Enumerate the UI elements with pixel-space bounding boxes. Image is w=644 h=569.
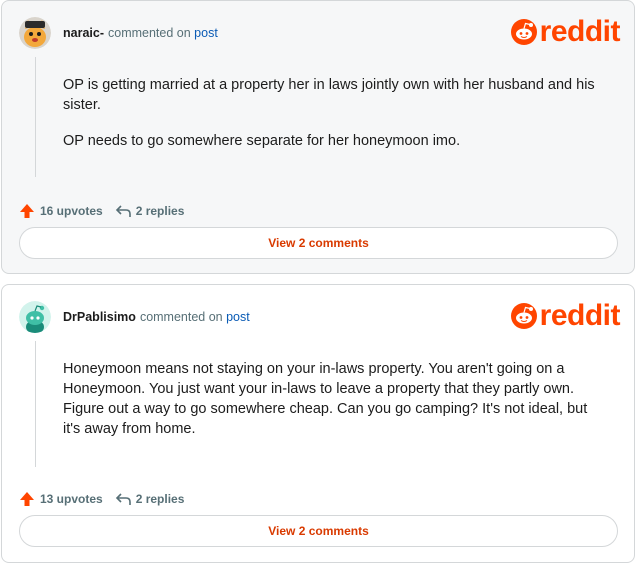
comment-card: DrPablisimo commented on post reddit Hon…	[1, 284, 635, 563]
upvote-button[interactable]: 16 upvotes	[19, 203, 103, 219]
upvote-arrow-icon	[20, 204, 34, 218]
comment-body: Honeymoon means not staying on your in-l…	[63, 359, 608, 455]
comment-meta-text: commented on	[139, 310, 223, 324]
comment-paragraph: OP is getting married at a property her …	[63, 77, 595, 113]
comment-paragraph: Honeymoon means not staying on your in-l…	[63, 361, 588, 437]
reddit-wordmark: reddit	[539, 15, 621, 48]
comment-header: naraic- commented on post	[19, 15, 218, 51]
post-link[interactable]: post	[226, 310, 250, 324]
reply-count: 2 replies	[135, 492, 185, 506]
reply-arrow-icon	[115, 205, 131, 217]
replies-button[interactable]: 2 replies	[115, 204, 185, 218]
thread-line	[35, 57, 36, 177]
comment-meta: commented on post	[108, 26, 218, 40]
comment-author[interactable]: naraic-	[63, 26, 104, 40]
reply-count: 2 replies	[135, 204, 185, 218]
reddit-logo[interactable]: reddit	[510, 299, 621, 332]
thread-line	[35, 341, 36, 467]
cat-avatar-icon[interactable]	[19, 17, 51, 49]
reddit-wordmark: reddit	[539, 299, 621, 332]
upvote-arrow-icon	[20, 492, 34, 506]
comment-header: DrPablisimo commented on post	[19, 299, 250, 335]
comment-meta: commented on post	[140, 310, 250, 324]
view-comments-button[interactable]: View 2 comments	[19, 227, 618, 259]
snoo-logo-icon	[510, 19, 537, 45]
reply-arrow-icon	[115, 493, 131, 505]
comment-author[interactable]: DrPablisimo	[63, 310, 136, 324]
upvote-count: 16 upvotes	[40, 204, 103, 218]
upvote-count: 13 upvotes	[40, 492, 103, 506]
replies-button[interactable]: 2 replies	[115, 492, 185, 506]
comment-actions: 13 upvotes 2 replies	[19, 491, 196, 507]
upvote-button[interactable]: 13 upvotes	[19, 491, 103, 507]
view-comments-button[interactable]: View 2 comments	[19, 515, 618, 547]
post-link[interactable]: post	[194, 26, 218, 40]
comment-body: OP is getting married at a property her …	[63, 75, 608, 167]
snoo-logo-icon	[510, 303, 537, 329]
snoo-avatar-icon[interactable]	[19, 301, 51, 333]
comment-paragraph: OP needs to go somewhere separate for he…	[63, 133, 461, 149]
reddit-logo[interactable]: reddit	[510, 15, 621, 48]
comment-actions: 16 upvotes 2 replies	[19, 203, 196, 219]
comment-card: naraic- commented on post reddit OP is g…	[1, 0, 635, 274]
comment-meta-text: commented on	[108, 26, 191, 40]
